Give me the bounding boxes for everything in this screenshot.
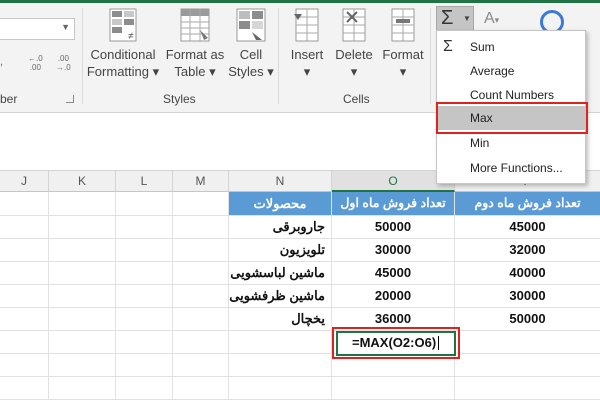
cells-group-label: Cells — [343, 92, 370, 106]
product-cell[interactable]: جاروبرقی — [229, 215, 325, 238]
month2-cell[interactable]: 32000 — [455, 238, 600, 261]
chevron-down-icon: ▼ — [463, 14, 471, 23]
month1-cell[interactable]: 30000 — [332, 238, 454, 261]
menu-item-sum[interactable]: Σ Sum — [437, 35, 585, 59]
delete-cells-button[interactable]: Delete ▾ — [330, 8, 378, 80]
number-group-label: ber — [0, 92, 18, 106]
autosum-button[interactable]: Σ ▼ — [436, 6, 474, 32]
month1-cell[interactable]: 50000 — [332, 215, 454, 238]
delete-label-2: ▾ — [350, 64, 358, 79]
table-header-month1[interactable]: تعداد فروش ماه اول — [332, 192, 454, 215]
increase-decimal-button[interactable]: ←.0 .00 — [28, 54, 43, 72]
menu-item-average[interactable]: Average — [437, 59, 585, 83]
product-cell[interactable]: ماشین ظرفشویی — [229, 284, 325, 307]
cell-styles-icon — [236, 8, 266, 42]
format-cells-button[interactable]: Format ▾ — [378, 8, 428, 80]
number-format-dropdown[interactable]: ▼ — [0, 18, 75, 40]
format-as-table-label-1: Format as — [165, 47, 225, 62]
insert-label-1: Insert — [290, 47, 324, 62]
ribbon-separator — [82, 8, 83, 104]
gridline — [115, 192, 116, 400]
product-cell[interactable]: یخچال — [229, 307, 325, 330]
column-header[interactable]: M — [173, 171, 229, 192]
conditional-formatting-button[interactable]: ≠ Conditional Formatting ▾ — [86, 8, 160, 80]
format-label-1: Format — [382, 47, 424, 62]
month2-cell[interactable]: 40000 — [455, 261, 600, 284]
ribbon-accent-line — [0, 0, 600, 3]
month1-cell[interactable]: 45000 — [332, 261, 454, 284]
cell-styles-label-1: Cell — [239, 47, 263, 62]
ribbon-separator — [278, 8, 279, 104]
format-as-table-label-2: Table ▾ — [174, 64, 216, 79]
month2-cell[interactable]: 50000 — [455, 307, 600, 330]
column-header[interactable]: J — [0, 171, 49, 192]
cell-styles-button[interactable]: Cell Styles ▾ — [228, 8, 274, 80]
gridline — [0, 353, 600, 354]
delete-cells-icon — [342, 8, 366, 42]
format-as-table-icon — [180, 8, 210, 42]
month2-cell[interactable]: 45000 — [455, 215, 600, 238]
gridline — [0, 376, 600, 377]
insert-cells-icon — [294, 8, 319, 42]
gridline — [0, 330, 600, 331]
table-header-month2[interactable]: تعداد فروش ماه دوم — [455, 192, 600, 215]
annotation-box-formula — [332, 327, 460, 359]
conditional-formatting-icon: ≠ — [109, 8, 137, 42]
annotation-box-max — [436, 102, 588, 134]
chevron-down-icon: ▼ — [61, 22, 70, 32]
conditional-formatting-label-2: Formatting ▾ — [86, 64, 160, 79]
format-cells-icon — [391, 8, 415, 42]
gridline — [48, 192, 49, 400]
ribbon-separator — [430, 8, 431, 104]
month2-cell[interactable]: 30000 — [455, 284, 600, 307]
conditional-formatting-label-1: Conditional — [90, 47, 156, 62]
column-header[interactable]: N — [229, 171, 332, 192]
delete-label-1: Delete — [335, 47, 373, 62]
percent-style-icon[interactable]: , — [0, 56, 8, 70]
sort-filter-icon[interactable]: A▾ — [484, 10, 499, 28]
product-cell[interactable]: ماشین لباسشویی — [229, 261, 325, 284]
format-as-table-button[interactable]: Format as Table ▾ — [162, 8, 228, 80]
column-header[interactable]: L — [116, 171, 173, 192]
insert-label-2: ▾ — [303, 64, 311, 79]
menu-item-min[interactable]: Min — [437, 131, 585, 155]
menu-item-more-functions[interactable]: More Functions... — [437, 156, 585, 180]
decrease-decimal-button[interactable]: .00 →.0 — [56, 54, 71, 72]
styles-group-label: Styles — [163, 92, 196, 106]
gridline — [172, 192, 173, 400]
table-header-products[interactable]: محصولات — [229, 192, 331, 215]
sigma-icon: Σ — [443, 38, 453, 55]
cell-styles-label-2: Styles ▾ — [228, 64, 274, 79]
svg-text:≠: ≠ — [128, 31, 134, 42]
format-label-2: ▾ — [399, 64, 407, 79]
sigma-icon: Σ — [441, 7, 454, 29]
product-cell[interactable]: تلویزیون — [229, 238, 325, 261]
column-header[interactable]: K — [49, 171, 116, 192]
month1-cell[interactable]: 20000 — [332, 284, 454, 307]
insert-cells-button[interactable]: Insert ▾ — [284, 8, 330, 80]
dialog-launcher-icon[interactable] — [66, 95, 74, 103]
